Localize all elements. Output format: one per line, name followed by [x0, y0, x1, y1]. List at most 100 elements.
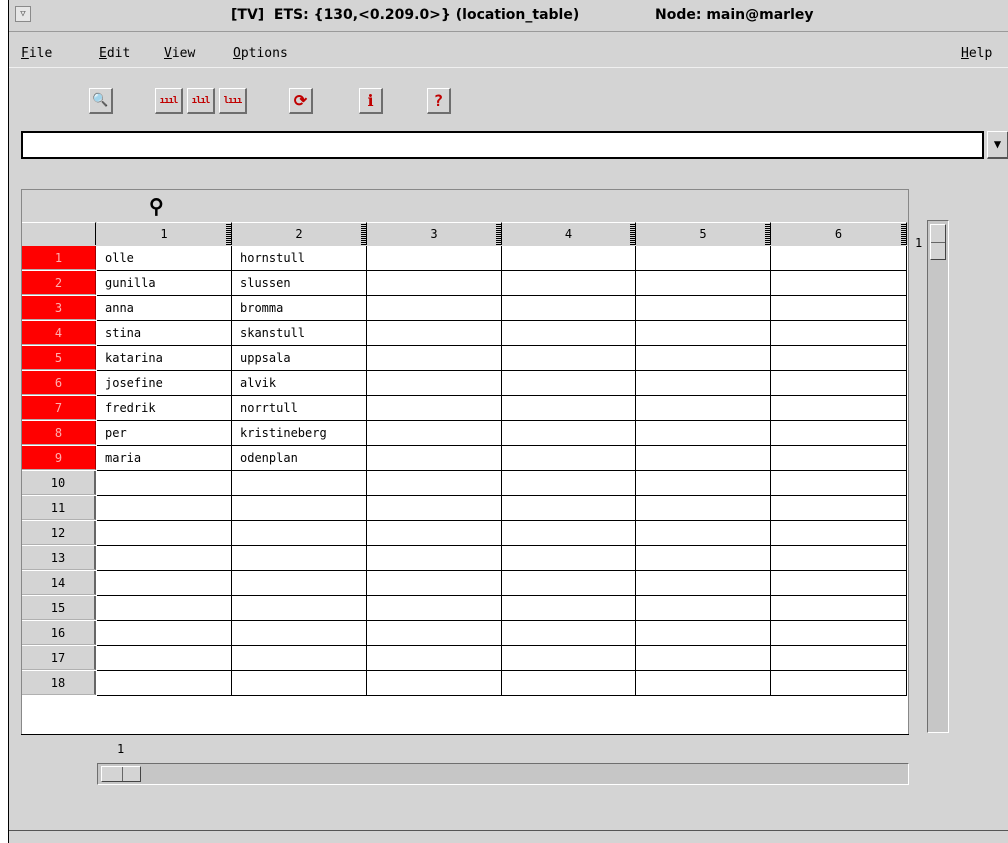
menu-edit[interactable]: Edit — [99, 46, 130, 61]
table-cell[interactable] — [502, 296, 636, 321]
table-cell[interactable] — [502, 596, 636, 621]
sort-ascending-button[interactable]: ıııl — [155, 88, 183, 114]
table-cell[interactable] — [502, 646, 636, 671]
table-cell[interactable] — [771, 596, 907, 621]
table-cell[interactable] — [502, 346, 636, 371]
column-resize-handle[interactable] — [361, 223, 366, 245]
table-cell[interactable]: olle — [97, 246, 232, 271]
table-cell[interactable]: fredrik — [97, 396, 232, 421]
table-cell[interactable] — [367, 321, 502, 346]
table-cell[interactable] — [636, 571, 771, 596]
menu-options[interactable]: Options — [233, 46, 288, 61]
table-cell[interactable] — [367, 521, 502, 546]
table-cell[interactable] — [232, 596, 367, 621]
table-cell[interactable] — [771, 671, 907, 696]
row-header[interactable]: 1 — [22, 246, 96, 270]
table-cell[interactable] — [636, 346, 771, 371]
table-cell[interactable]: uppsala — [232, 346, 367, 371]
table-cell[interactable] — [502, 471, 636, 496]
table-cell[interactable] — [367, 671, 502, 696]
row-header[interactable]: 7 — [22, 396, 96, 420]
table-cell[interactable] — [97, 596, 232, 621]
table-cell[interactable] — [636, 596, 771, 621]
table-cell[interactable] — [771, 521, 907, 546]
table-cell[interactable] — [97, 621, 232, 646]
table-cell[interactable] — [636, 246, 771, 271]
table-cell[interactable] — [502, 321, 636, 346]
table-cell[interactable] — [636, 546, 771, 571]
column-resize-handle[interactable] — [901, 223, 906, 245]
table-cell[interactable]: maria — [97, 446, 232, 471]
table-cell[interactable] — [232, 521, 367, 546]
row-header[interactable]: 6 — [22, 371, 96, 395]
table-cell[interactable]: norrtull — [232, 396, 367, 421]
search-button[interactable]: 🔍 — [89, 88, 113, 114]
row-header[interactable]: 16 — [22, 621, 96, 645]
column-resize-handle[interactable] — [226, 223, 231, 245]
table-cell[interactable]: slussen — [232, 271, 367, 296]
table-cell[interactable] — [367, 471, 502, 496]
table-cell[interactable] — [771, 296, 907, 321]
table-cell[interactable] — [771, 321, 907, 346]
table-cell[interactable] — [771, 621, 907, 646]
column-header-4[interactable]: 4 — [502, 222, 636, 245]
table-cell[interactable] — [502, 571, 636, 596]
table-cell[interactable]: stina — [97, 321, 232, 346]
menu-file[interactable]: File — [21, 46, 52, 61]
table-cell[interactable] — [502, 496, 636, 521]
row-header[interactable]: 13 — [22, 546, 96, 570]
horizontal-scrollbar[interactable] — [97, 763, 909, 785]
table-cell[interactable]: alvik — [232, 371, 367, 396]
table-cell[interactable]: kristineberg — [232, 421, 367, 446]
table-cell[interactable] — [232, 471, 367, 496]
table-cell[interactable] — [636, 521, 771, 546]
row-header[interactable]: 4 — [22, 321, 96, 345]
table-cell[interactable]: odenplan — [232, 446, 367, 471]
table-cell[interactable] — [636, 396, 771, 421]
table-cell[interactable] — [771, 546, 907, 571]
table-cell[interactable] — [636, 671, 771, 696]
table-cell[interactable] — [636, 371, 771, 396]
row-header[interactable]: 9 — [22, 446, 96, 470]
table-cell[interactable] — [97, 471, 232, 496]
table-cell[interactable] — [636, 646, 771, 671]
vertical-scroll-thumb[interactable] — [930, 224, 946, 260]
table-cell[interactable] — [232, 546, 367, 571]
table-cell[interactable] — [367, 371, 502, 396]
row-header[interactable]: 17 — [22, 646, 96, 670]
table-cell[interactable] — [97, 521, 232, 546]
table-cell[interactable] — [771, 271, 907, 296]
table-cell[interactable] — [367, 596, 502, 621]
table-cell[interactable] — [367, 621, 502, 646]
table-cell[interactable]: bromma — [232, 296, 367, 321]
table-cell[interactable] — [771, 396, 907, 421]
table-cell[interactable] — [502, 396, 636, 421]
sort-mixed-button[interactable]: ılıl — [187, 88, 215, 114]
table-cell[interactable] — [502, 246, 636, 271]
table-cell[interactable] — [97, 496, 232, 521]
table-cell[interactable] — [232, 571, 367, 596]
column-header-3[interactable]: 3 — [367, 222, 502, 245]
table-cell[interactable] — [636, 271, 771, 296]
table-cell[interactable] — [771, 371, 907, 396]
table-cell[interactable] — [367, 346, 502, 371]
table-cell[interactable] — [771, 571, 907, 596]
column-header-6[interactable]: 6 — [771, 222, 907, 245]
table-cell[interactable] — [367, 496, 502, 521]
table-cell[interactable] — [97, 546, 232, 571]
table-cell[interactable] — [636, 496, 771, 521]
table-cell[interactable]: anna — [97, 296, 232, 321]
table-cell[interactable] — [636, 296, 771, 321]
menu-help[interactable]: Help — [961, 46, 992, 61]
vertical-scrollbar[interactable] — [927, 220, 949, 733]
table-cell[interactable] — [367, 396, 502, 421]
table-cell[interactable] — [771, 646, 907, 671]
table-cell[interactable] — [367, 296, 502, 321]
column-resize-handle[interactable] — [765, 223, 770, 245]
table-cell[interactable]: josefine — [97, 371, 232, 396]
table-cell[interactable] — [771, 246, 907, 271]
row-header[interactable]: 5 — [22, 346, 96, 370]
row-header[interactable]: 12 — [22, 521, 96, 545]
table-cell[interactable] — [367, 246, 502, 271]
row-header[interactable]: 2 — [22, 271, 96, 295]
